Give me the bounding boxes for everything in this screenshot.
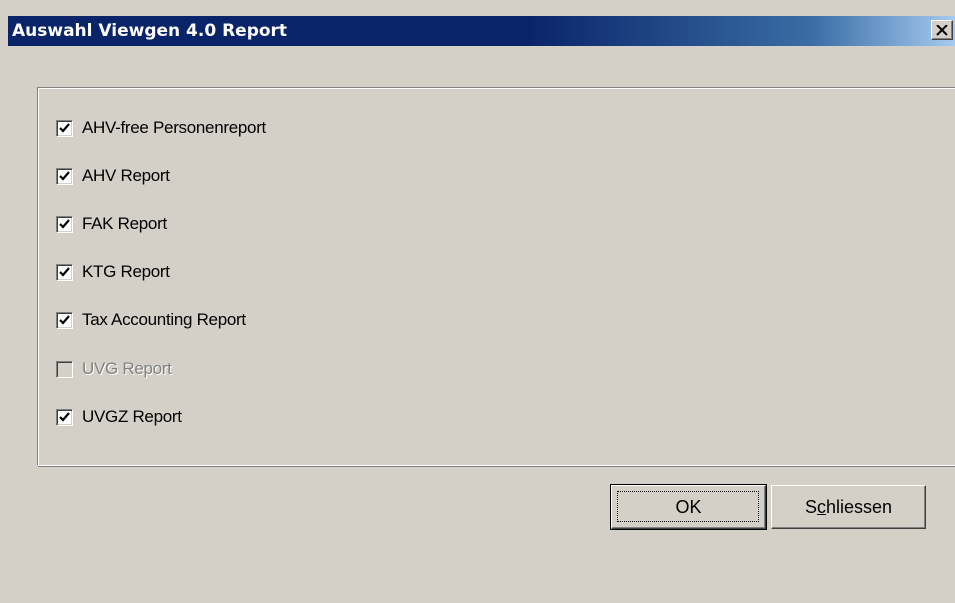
report-checkbox-row[interactable]: Tax Accounting Report — [56, 309, 246, 331]
window-title: Auswahl Viewgen 4.0 Report — [12, 21, 288, 41]
title-bar[interactable]: Auswahl Viewgen 4.0 Report — [8, 16, 955, 46]
schliessen-button-label: Schliessen — [805, 497, 892, 518]
report-checkbox-label[interactable]: UVGZ Report — [82, 407, 182, 427]
report-checkbox[interactable] — [56, 119, 73, 137]
report-checkbox-row: UVG Report — [56, 358, 172, 380]
ok-button[interactable]: OK — [610, 484, 767, 530]
schliessen-mnemonic: c — [816, 496, 826, 517]
report-checkbox[interactable] — [56, 263, 73, 281]
report-checkbox-label[interactable]: AHV-free Personenreport — [82, 118, 266, 138]
checkmark-icon — [59, 171, 70, 181]
report-checkbox-label: UVG Report — [82, 359, 172, 378]
report-checkbox-row[interactable]: UVGZ Report — [56, 406, 182, 428]
report-checkbox-label[interactable]: AHV Report — [82, 166, 170, 186]
checkmark-icon — [59, 315, 70, 325]
report-checkbox — [56, 360, 73, 378]
report-checkbox-row[interactable]: KTG Report — [56, 261, 170, 283]
dialog-window: Auswahl Viewgen 4.0 Report AHV-free Pers… — [8, 16, 955, 603]
checkmark-icon — [59, 123, 70, 133]
report-checkbox[interactable] — [56, 408, 73, 426]
schliessen-button[interactable]: Schliessen — [771, 485, 926, 529]
checkmark-icon — [59, 219, 70, 229]
report-checkbox[interactable] — [56, 167, 73, 185]
report-checkbox-row[interactable]: AHV Report — [56, 165, 170, 187]
ok-button-label: OK — [675, 496, 702, 517]
report-checkbox-row[interactable]: FAK Report — [56, 213, 167, 235]
checkmark-icon — [59, 267, 70, 277]
schliessen-label-part: S — [804, 496, 817, 517]
checkmark-icon — [59, 412, 70, 422]
report-checkbox-label[interactable]: KTG Report — [82, 262, 170, 282]
report-checkbox-label[interactable]: Tax Accounting Report — [82, 310, 246, 330]
report-checkbox-label[interactable]: FAK Report — [82, 214, 167, 234]
report-checkbox[interactable] — [56, 215, 73, 233]
close-window-button[interactable] — [931, 20, 953, 40]
schliessen-label-rest: hliessen — [825, 496, 893, 517]
close-icon — [936, 24, 948, 36]
report-checkbox-row[interactable]: AHV-free Personenreport — [56, 117, 266, 139]
report-checkbox[interactable] — [56, 311, 73, 329]
